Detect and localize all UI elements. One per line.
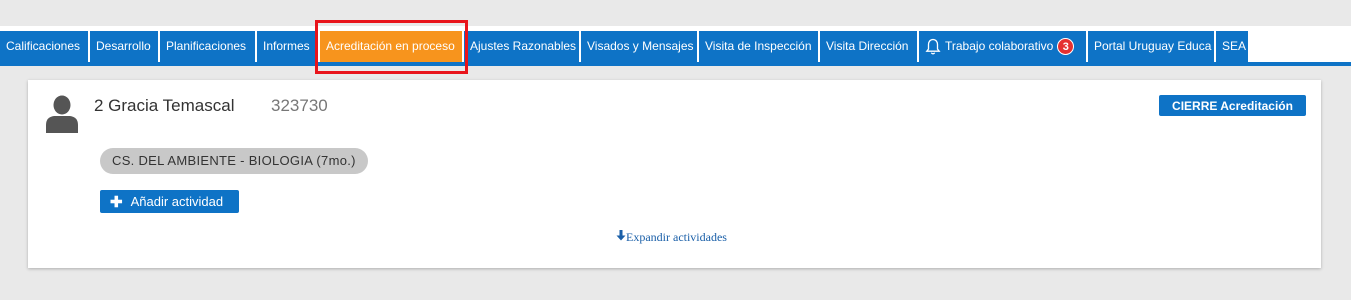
tab-ajustes-razonables[interactable]: Ajustes Razonables <box>464 31 579 62</box>
bell-icon <box>925 38 941 56</box>
tab-trabajo-colaborativo[interactable]: Trabajo colaborativo 3 <box>919 31 1086 62</box>
add-activity-button[interactable]: ✚ Añadir actividad <box>100 190 239 213</box>
tab-label: Acreditación en proceso <box>326 39 455 53</box>
tab-sea[interactable]: SEA <box>1216 31 1248 62</box>
add-activity-label: Añadir actividad <box>130 194 224 209</box>
expand-activities-label: Expandir actividades <box>626 230 727 244</box>
tab-visita-direccion[interactable]: Visita Dirección <box>820 31 917 62</box>
tab-label: Calificaciones <box>6 39 81 53</box>
tab-label: Visita de Inspección <box>705 39 812 53</box>
subject-pill: CS. DEL AMBIENTE - BIOLOGIA (7mo.) <box>100 148 368 174</box>
tab-calificaciones[interactable]: Calificaciones <box>0 31 88 62</box>
tab-label: Desarrollo <box>96 39 151 53</box>
tab-list: Calificaciones Desarrollo Planificacione… <box>0 31 1248 62</box>
student-card: 2 Gracia Temascal 323730 CIERRE Acredita… <box>28 80 1321 268</box>
tab-label: Visados y Mensajes <box>587 39 694 53</box>
tab-visita-de-inspeccion[interactable]: Visita de Inspección <box>699 31 818 62</box>
tab-informes[interactable]: Informes <box>257 31 318 62</box>
tab-planificaciones[interactable]: Planificaciones <box>160 31 255 62</box>
tab-label: SEA <box>1222 39 1247 53</box>
tab-visados-y-mensajes[interactable]: Visados y Mensajes <box>581 31 697 62</box>
expand-activities-link[interactable]: Expandir actividades <box>616 230 727 245</box>
user-silhouette-icon <box>45 95 79 138</box>
student-name: 2 Gracia Temascal <box>94 96 235 115</box>
tab-portal-uruguay-educa[interactable]: Portal Uruguay Educa <box>1088 31 1214 62</box>
tab-label: Ajustes Razonables <box>470 39 577 53</box>
tab-label: Visita Dirección <box>826 39 909 53</box>
tab-desarrollo[interactable]: Desarrollo <box>90 31 158 62</box>
notification-badge: 3 <box>1057 38 1075 55</box>
close-accreditation-button[interactable]: CIERRE Acreditación <box>1159 95 1306 116</box>
plus-icon: ✚ <box>110 193 123 211</box>
tab-label: Portal Uruguay Educa <box>1094 39 1212 53</box>
student-id: 323730 <box>271 96 328 115</box>
tab-label: Planificaciones <box>166 39 247 53</box>
tab-label: Informes <box>263 39 310 53</box>
arrow-down-icon <box>616 230 626 245</box>
tab-label: Trabajo colaborativo <box>945 39 1054 53</box>
tab-acreditacion-en-proceso[interactable]: Acreditación en proceso <box>320 31 462 62</box>
